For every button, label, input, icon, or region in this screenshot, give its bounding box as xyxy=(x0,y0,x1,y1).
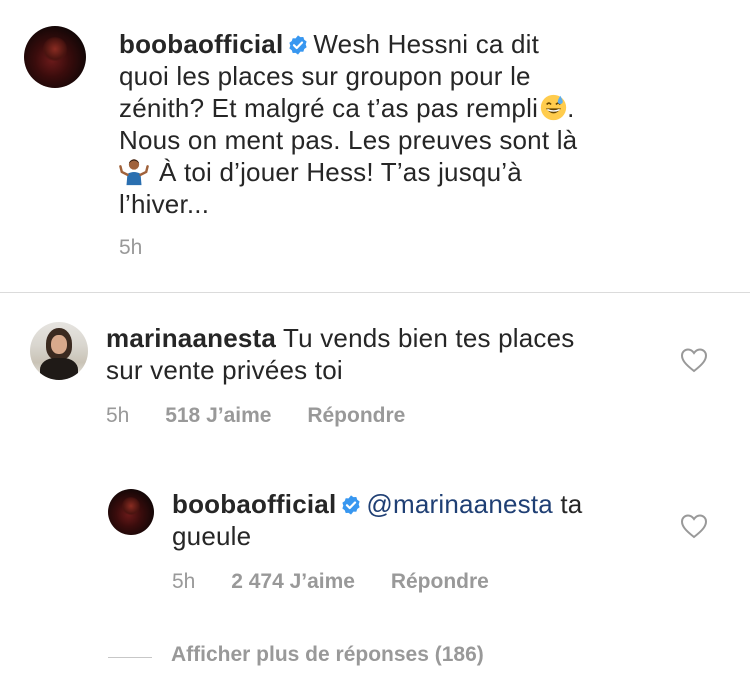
comment-text-line: quoi les places sur groupon pour le xyxy=(119,61,531,91)
likes-count[interactable]: 2 474 J’aime xyxy=(231,570,355,593)
comment-timestamp: 5h xyxy=(172,570,196,593)
avatar[interactable] xyxy=(108,489,154,535)
comment-text-line: l’hiver... xyxy=(119,189,210,219)
verified-badge-icon xyxy=(342,495,361,515)
avatar[interactable] xyxy=(24,26,86,88)
username[interactable]: boobaofficial xyxy=(172,489,336,519)
like-heart-icon[interactable] xyxy=(680,513,708,539)
divider xyxy=(0,292,750,293)
comment-text-line: Wesh Hessni ca dit xyxy=(313,29,540,59)
username[interactable]: marinaanesta xyxy=(106,323,276,353)
mention-link[interactable]: @marinaanesta xyxy=(366,489,553,519)
avatar[interactable] xyxy=(30,322,88,380)
comment-text-line: À toi d’jouer Hess! T’as jusqu’à xyxy=(159,157,522,187)
verified-badge-icon xyxy=(289,35,308,55)
likes-count[interactable]: 518 J’aime xyxy=(165,404,271,427)
replies-divider-line xyxy=(108,657,152,658)
reply-button[interactable]: Répondre xyxy=(307,404,405,427)
comment-text-line: sur vente privées toi xyxy=(106,355,343,385)
comment-text-line: gueule xyxy=(172,521,252,551)
comment-text-line: . xyxy=(567,93,575,123)
comment-text-line: Nous on ment pas. Les preuves sont là xyxy=(119,125,578,155)
comment-meta: 5h xyxy=(119,236,142,260)
caption-comment: boobaofficial Wesh Hessni ca dit quoi les… xyxy=(119,28,719,220)
comment-text-line: zénith? Et malgré ca t’as pas rempli xyxy=(119,93,539,123)
reply-button[interactable]: Répondre xyxy=(391,570,489,593)
person-shrugging-icon xyxy=(119,159,149,186)
show-more-replies-button[interactable]: Afficher plus de réponses (186) xyxy=(171,643,484,667)
reply-comment: boobaofficial @marinaanesta ta gueule xyxy=(172,488,662,552)
like-heart-icon[interactable] xyxy=(680,347,708,373)
username[interactable]: boobaofficial xyxy=(119,29,283,59)
comment-timestamp: 5h xyxy=(106,404,130,427)
comment-text-line: ta xyxy=(560,489,583,519)
comment-timestamp: 5h xyxy=(119,236,143,259)
comment-meta: 5h 2 474 J’aime Répondre xyxy=(172,570,489,594)
comment-text-line: Tu vends bien tes places xyxy=(283,323,575,353)
comment-meta: 5h 518 J’aime Répondre xyxy=(106,404,405,428)
grinning-face-with-sweat-icon xyxy=(540,94,567,121)
comment: marinaanesta Tu vends bien tes places su… xyxy=(106,322,666,386)
